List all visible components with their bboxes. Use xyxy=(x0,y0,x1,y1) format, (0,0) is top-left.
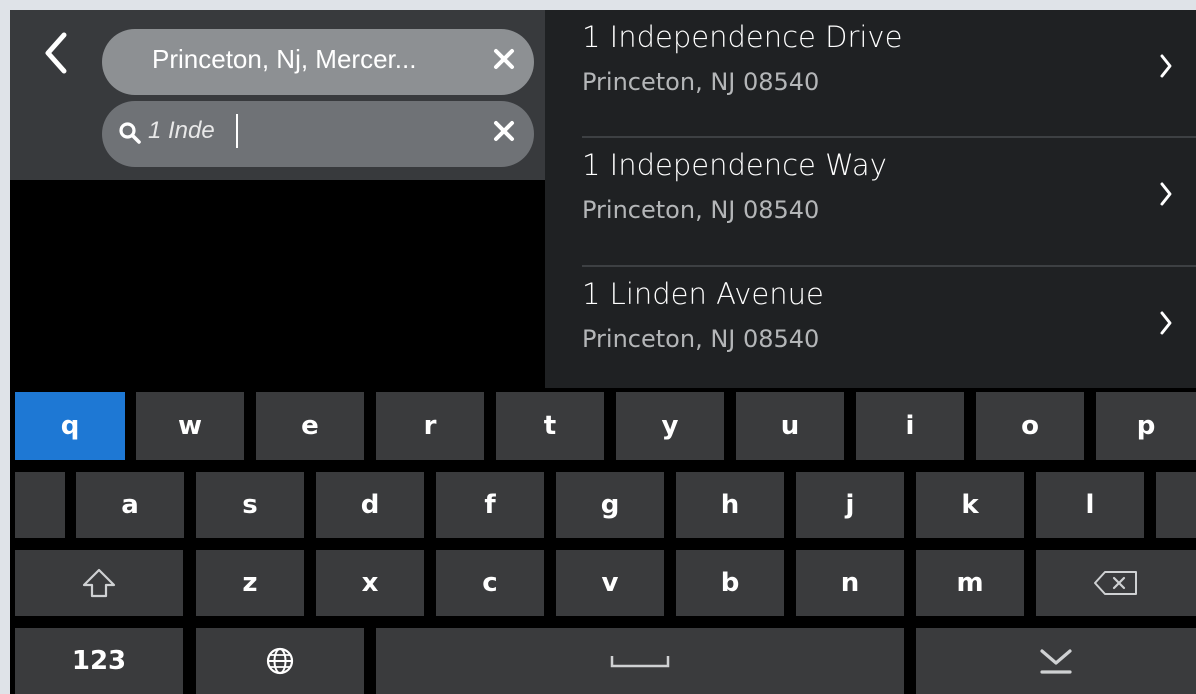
key-f[interactable]: f xyxy=(436,472,544,538)
key-spacer-left xyxy=(15,472,65,538)
suggestion-subtitle: Princeton, NJ 08540 xyxy=(582,325,820,353)
key-e[interactable]: e xyxy=(256,392,364,460)
location-field[interactable]: Princeton, Nj, Mercer... xyxy=(102,29,534,95)
chevron-left-icon xyxy=(45,32,67,74)
chevron-right-icon xyxy=(1154,305,1178,341)
key-u[interactable]: u xyxy=(736,392,844,460)
search-panel: Princeton, Nj, Mercer... xyxy=(10,10,545,180)
address-search-field[interactable] xyxy=(102,101,534,167)
globe-icon xyxy=(266,647,294,675)
key-l[interactable]: l xyxy=(1036,472,1144,538)
hide-keyboard-icon xyxy=(1040,649,1072,674)
key-h[interactable]: h xyxy=(676,472,784,538)
close-icon xyxy=(494,121,514,141)
suggestion-title: 1 Independence Way xyxy=(582,148,887,182)
on-screen-keyboard: q w e r t y u i o p a s d f g h j k l z … xyxy=(10,388,1196,694)
text-caret xyxy=(236,114,238,148)
key-v[interactable]: v xyxy=(556,550,664,616)
language-key[interactable] xyxy=(196,628,364,694)
location-value: Princeton, Nj, Mercer... xyxy=(152,44,417,74)
key-spacer-right xyxy=(1156,472,1196,538)
key-o[interactable]: o xyxy=(976,392,1084,460)
chevron-right-icon xyxy=(1154,48,1178,84)
hide-keyboard-key[interactable] xyxy=(916,628,1196,694)
suggestion-subtitle: Princeton, NJ 08540 xyxy=(582,196,820,224)
screen: Princeton, Nj, Mercer... 1 Inde 1 Indepe… xyxy=(10,10,1196,694)
backspace-icon xyxy=(1094,571,1137,595)
suggestion-subtitle: Princeton, NJ 08540 xyxy=(582,68,820,96)
key-d[interactable]: d xyxy=(316,472,424,538)
key-g[interactable]: g xyxy=(556,472,664,538)
key-p[interactable]: p xyxy=(1096,392,1196,460)
key-k[interactable]: k xyxy=(916,472,1024,538)
suggestion-item[interactable]: 1 Independence Drive Princeton, NJ 08540 xyxy=(545,10,1196,138)
clear-location-button[interactable] xyxy=(488,43,520,75)
chevron-right-icon xyxy=(1154,176,1178,212)
key-c[interactable]: c xyxy=(436,550,544,616)
back-button[interactable] xyxy=(34,28,78,78)
suggestion-item[interactable]: 1 Linden Avenue Princeton, NJ 08540 xyxy=(545,267,1196,395)
key-b[interactable]: b xyxy=(676,550,784,616)
address-search-input[interactable] xyxy=(148,117,238,145)
numbers-key[interactable]: 123 xyxy=(15,628,183,694)
key-a[interactable]: a xyxy=(76,472,184,538)
key-i[interactable]: i xyxy=(856,392,964,460)
clear-query-button[interactable] xyxy=(488,115,520,147)
key-z[interactable]: z xyxy=(196,550,304,616)
key-q[interactable]: q xyxy=(15,392,125,460)
key-t[interactable]: t xyxy=(496,392,604,460)
suggestion-item[interactable]: 1 Independence Way Princeton, NJ 08540 xyxy=(545,138,1196,266)
space-key[interactable] xyxy=(376,628,904,694)
key-r[interactable]: r xyxy=(376,392,484,460)
shift-icon xyxy=(82,568,116,598)
key-n[interactable]: n xyxy=(796,550,904,616)
key-y[interactable]: y xyxy=(616,392,724,460)
key-m[interactable]: m xyxy=(916,550,1024,616)
suggestion-title: 1 Linden Avenue xyxy=(582,277,824,311)
suggestion-title: 1 Independence Drive xyxy=(582,20,903,54)
space-bar-icon xyxy=(610,656,670,668)
shift-key[interactable] xyxy=(15,550,183,616)
key-s[interactable]: s xyxy=(196,472,304,538)
query-row xyxy=(148,101,238,161)
backspace-key[interactable] xyxy=(1036,550,1196,616)
key-x[interactable]: x xyxy=(316,550,424,616)
key-w[interactable]: w xyxy=(136,392,244,460)
search-icon xyxy=(116,119,144,147)
close-icon xyxy=(494,49,514,69)
suggestion-list: 1 Independence Drive Princeton, NJ 08540… xyxy=(545,10,1196,388)
key-j[interactable]: j xyxy=(796,472,904,538)
